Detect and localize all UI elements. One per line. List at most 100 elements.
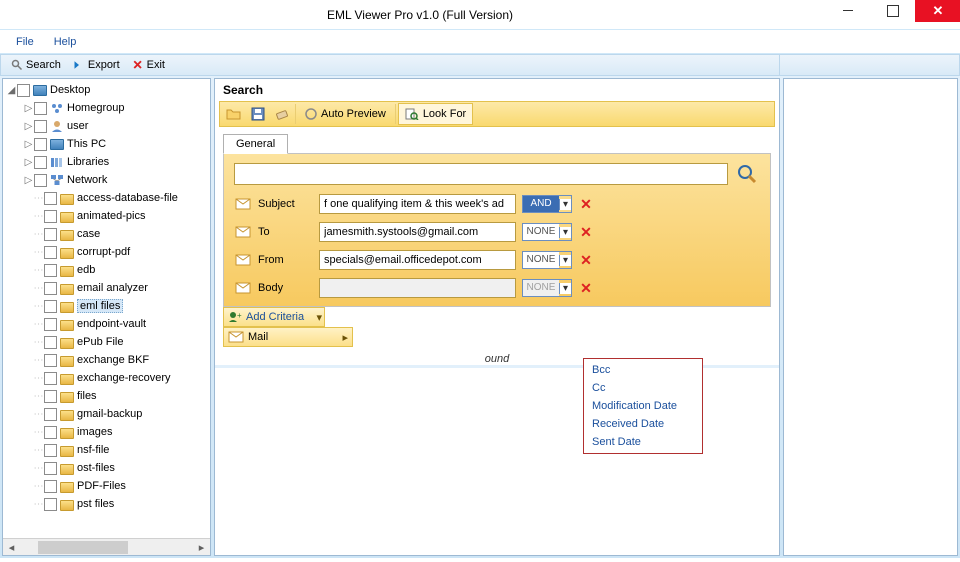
open-folder-button[interactable] (223, 104, 245, 124)
tree-checkbox[interactable] (44, 444, 57, 457)
tree-item[interactable]: ⋯images (3, 423, 210, 441)
tree-checkbox[interactable] (34, 174, 47, 187)
tree-item[interactable]: ⋯PDF-Files (3, 477, 210, 495)
tree-item[interactable]: ⋯pst files (3, 495, 210, 513)
tree-checkbox[interactable] (44, 372, 57, 385)
add-criteria-button[interactable]: + Add Criteria ▾ (223, 307, 325, 327)
tree-item[interactable]: ▷Libraries (3, 153, 210, 171)
tree-item[interactable]: ⋯endpoint-vault (3, 315, 210, 333)
tree-checkbox[interactable] (44, 282, 57, 295)
body-input[interactable] (319, 278, 516, 298)
tree-item[interactable]: ⋯eml files (3, 297, 210, 315)
tree-checkbox[interactable] (44, 390, 57, 403)
clear-button[interactable] (271, 104, 293, 124)
expand-icon[interactable]: ▷ (23, 103, 34, 114)
submenu-bcc[interactable]: Bcc (584, 361, 702, 379)
to-operator[interactable]: NONE▾ (522, 223, 572, 241)
scroll-left-icon[interactable]: ◂ (3, 539, 20, 556)
tree-checkbox[interactable] (44, 246, 57, 259)
from-operator[interactable]: NONE▾ (522, 251, 572, 269)
expand-icon[interactable]: ▷ (23, 175, 34, 186)
subject-operator[interactable]: AND▾ (522, 195, 572, 213)
tab-general[interactable]: General (223, 134, 288, 154)
dropdown-icon[interactable]: ▾ (559, 255, 571, 266)
remove-to-button[interactable]: ✕ (578, 224, 594, 241)
tree-item[interactable]: ⋯ost-files (3, 459, 210, 477)
tree-checkbox[interactable] (34, 120, 47, 133)
tree-checkbox[interactable] (44, 462, 57, 475)
remove-subject-button[interactable]: ✕ (578, 196, 594, 213)
scroll-right-icon[interactable]: ▸ (193, 539, 210, 556)
tree-checkbox[interactable] (17, 84, 30, 97)
tree-checkbox[interactable] (44, 192, 57, 205)
from-label: From (258, 254, 313, 266)
from-input[interactable] (319, 250, 516, 270)
toolbar-exit[interactable]: Exit (126, 59, 171, 71)
close-button[interactable] (915, 0, 960, 22)
tree-checkbox[interactable] (34, 102, 47, 115)
main-toolbar: Search Export Exit (0, 54, 780, 76)
tree-checkbox[interactable] (44, 480, 57, 493)
submenu-modification-date[interactable]: Modification Date (584, 397, 702, 415)
tree-item[interactable]: ⋯exchange-recovery (3, 369, 210, 387)
tree-root[interactable]: ◢ Desktop (3, 81, 210, 99)
tree-item[interactable]: ▷Homegroup (3, 99, 210, 117)
tree-item[interactable]: ⋯corrupt-pdf (3, 243, 210, 261)
tree-item[interactable]: ⋯case (3, 225, 210, 243)
subject-input[interactable] (319, 194, 516, 214)
tree-item[interactable]: ⋯ePub File (3, 333, 210, 351)
mail-category-button[interactable]: Mail ▸ (223, 327, 353, 347)
tree-item[interactable]: ▷This PC (3, 135, 210, 153)
expand-icon[interactable]: ▷ (23, 121, 34, 132)
tree-item[interactable]: ⋯email analyzer (3, 279, 210, 297)
tree-item[interactable]: ⋯nsf-file (3, 441, 210, 459)
tree-checkbox[interactable] (34, 138, 47, 151)
dropdown-icon[interactable]: ▾ (559, 199, 571, 210)
toolbar-search[interactable]: Search (5, 59, 67, 71)
tree-checkbox[interactable] (34, 156, 47, 169)
expand-icon[interactable]: ▷ (23, 139, 34, 150)
submenu-cc[interactable]: Cc (584, 379, 702, 397)
expand-icon[interactable]: ▷ (23, 157, 34, 168)
search-execute-button[interactable] (734, 162, 760, 186)
tree-checkbox[interactable] (44, 210, 57, 223)
menu-help[interactable]: Help (44, 33, 87, 51)
tree-item[interactable]: ⋯gmail-backup (3, 405, 210, 423)
tree-item[interactable]: ⋯access-database-file (3, 189, 210, 207)
tree-item[interactable]: ⋯files (3, 387, 210, 405)
tree-item[interactable]: ▷user (3, 117, 210, 135)
save-button[interactable] (247, 104, 269, 124)
submenu-received-date[interactable]: Received Date (584, 415, 702, 433)
collapse-icon[interactable]: ◢ (6, 85, 17, 96)
folder-tree[interactable]: ◢ Desktop ▷Homegroup▷user▷This PC▷Librar… (3, 79, 210, 538)
to-input[interactable] (319, 222, 516, 242)
menu-file[interactable]: File (6, 33, 44, 51)
tree-item[interactable]: ⋯edb (3, 261, 210, 279)
search-main-input[interactable] (234, 163, 728, 185)
submenu-sent-date[interactable]: Sent Date (584, 433, 702, 451)
tree-checkbox[interactable] (44, 228, 57, 241)
tree-item[interactable]: ▷Network (3, 171, 210, 189)
tree-checkbox[interactable] (44, 354, 57, 367)
auto-preview-toggle[interactable]: Auto Preview (298, 103, 393, 125)
scrollbar-thumb[interactable] (38, 541, 128, 554)
tree-checkbox[interactable] (44, 498, 57, 511)
horizontal-scrollbar[interactable]: ◂ ▸ (3, 538, 210, 555)
dropdown-icon[interactable]: ▾ (559, 227, 571, 238)
look-for-button[interactable]: Look For (398, 103, 473, 125)
tree-item[interactable]: ⋯animated-pics (3, 207, 210, 225)
tree-checkbox[interactable] (44, 300, 57, 313)
remove-from-button[interactable]: ✕ (578, 252, 594, 269)
minimize-button[interactable] (825, 0, 870, 22)
tree-checkbox[interactable] (44, 408, 57, 421)
tree-checkbox[interactable] (44, 336, 57, 349)
tree-checkbox[interactable] (44, 318, 57, 331)
toolbar-export[interactable]: Export (67, 59, 126, 71)
remove-body-button[interactable]: ✕ (578, 280, 594, 297)
tree-leaf-dash-icon: ⋯ (33, 499, 44, 510)
tree-checkbox[interactable] (44, 426, 57, 439)
maximize-button[interactable] (870, 0, 915, 22)
dropdown-icon[interactable]: ▾ (316, 311, 322, 324)
tree-item[interactable]: ⋯exchange BKF (3, 351, 210, 369)
tree-checkbox[interactable] (44, 264, 57, 277)
